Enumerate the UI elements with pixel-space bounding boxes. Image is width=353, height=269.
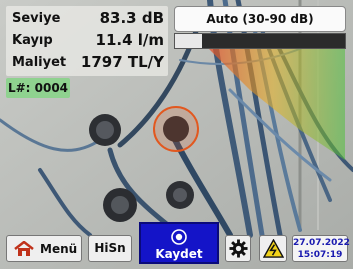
home-icon: [13, 240, 35, 260]
menu-label: Menü: [40, 242, 78, 256]
level-indicator-bar: [174, 33, 346, 49]
cost-value: 1797 TL/Y: [80, 53, 164, 71]
level-value: 83.3 dB: [99, 9, 164, 27]
warning-icon: [262, 238, 285, 261]
level-label: Seviye: [12, 11, 61, 26]
warning-button[interactable]: [259, 235, 287, 262]
save-button[interactable]: Kaydet: [139, 222, 219, 264]
range-mode-button[interactable]: Auto (30-90 dB): [174, 6, 346, 32]
loss-row: Kayıp 11.4 l/m: [6, 30, 168, 52]
settings-button[interactable]: [225, 235, 251, 262]
screen: Seviye 83.3 dB Kayıp 11.4 l/m Maliyet 17…: [0, 0, 353, 269]
level-indicator-fill: [175, 34, 203, 48]
leak-number-badge: L#: 0004: [6, 78, 70, 98]
menu-button[interactable]: Menü: [6, 235, 82, 262]
gear-icon: [229, 239, 248, 261]
level-row: Seviye 83.3 dB: [6, 8, 168, 30]
datetime-display: 27.07.2022 15:07:19: [292, 235, 350, 262]
hisn-button[interactable]: HiSn: [88, 235, 132, 262]
cost-row: Maliyet 1797 TL/Y: [6, 52, 168, 74]
loss-label: Kayıp: [12, 33, 53, 48]
save-label: Kaydet: [155, 247, 203, 261]
loss-value: 11.4 l/m: [95, 31, 164, 49]
cost-label: Maliyet: [12, 55, 67, 70]
date-text: 27.07.2022: [293, 238, 350, 248]
measurement-panel: Seviye 83.3 dB Kayıp 11.4 l/m Maliyet 17…: [6, 6, 168, 76]
time-text: 15:07:19: [297, 250, 343, 260]
leak-target-circle: [153, 106, 199, 152]
camera-icon: [171, 229, 187, 248]
